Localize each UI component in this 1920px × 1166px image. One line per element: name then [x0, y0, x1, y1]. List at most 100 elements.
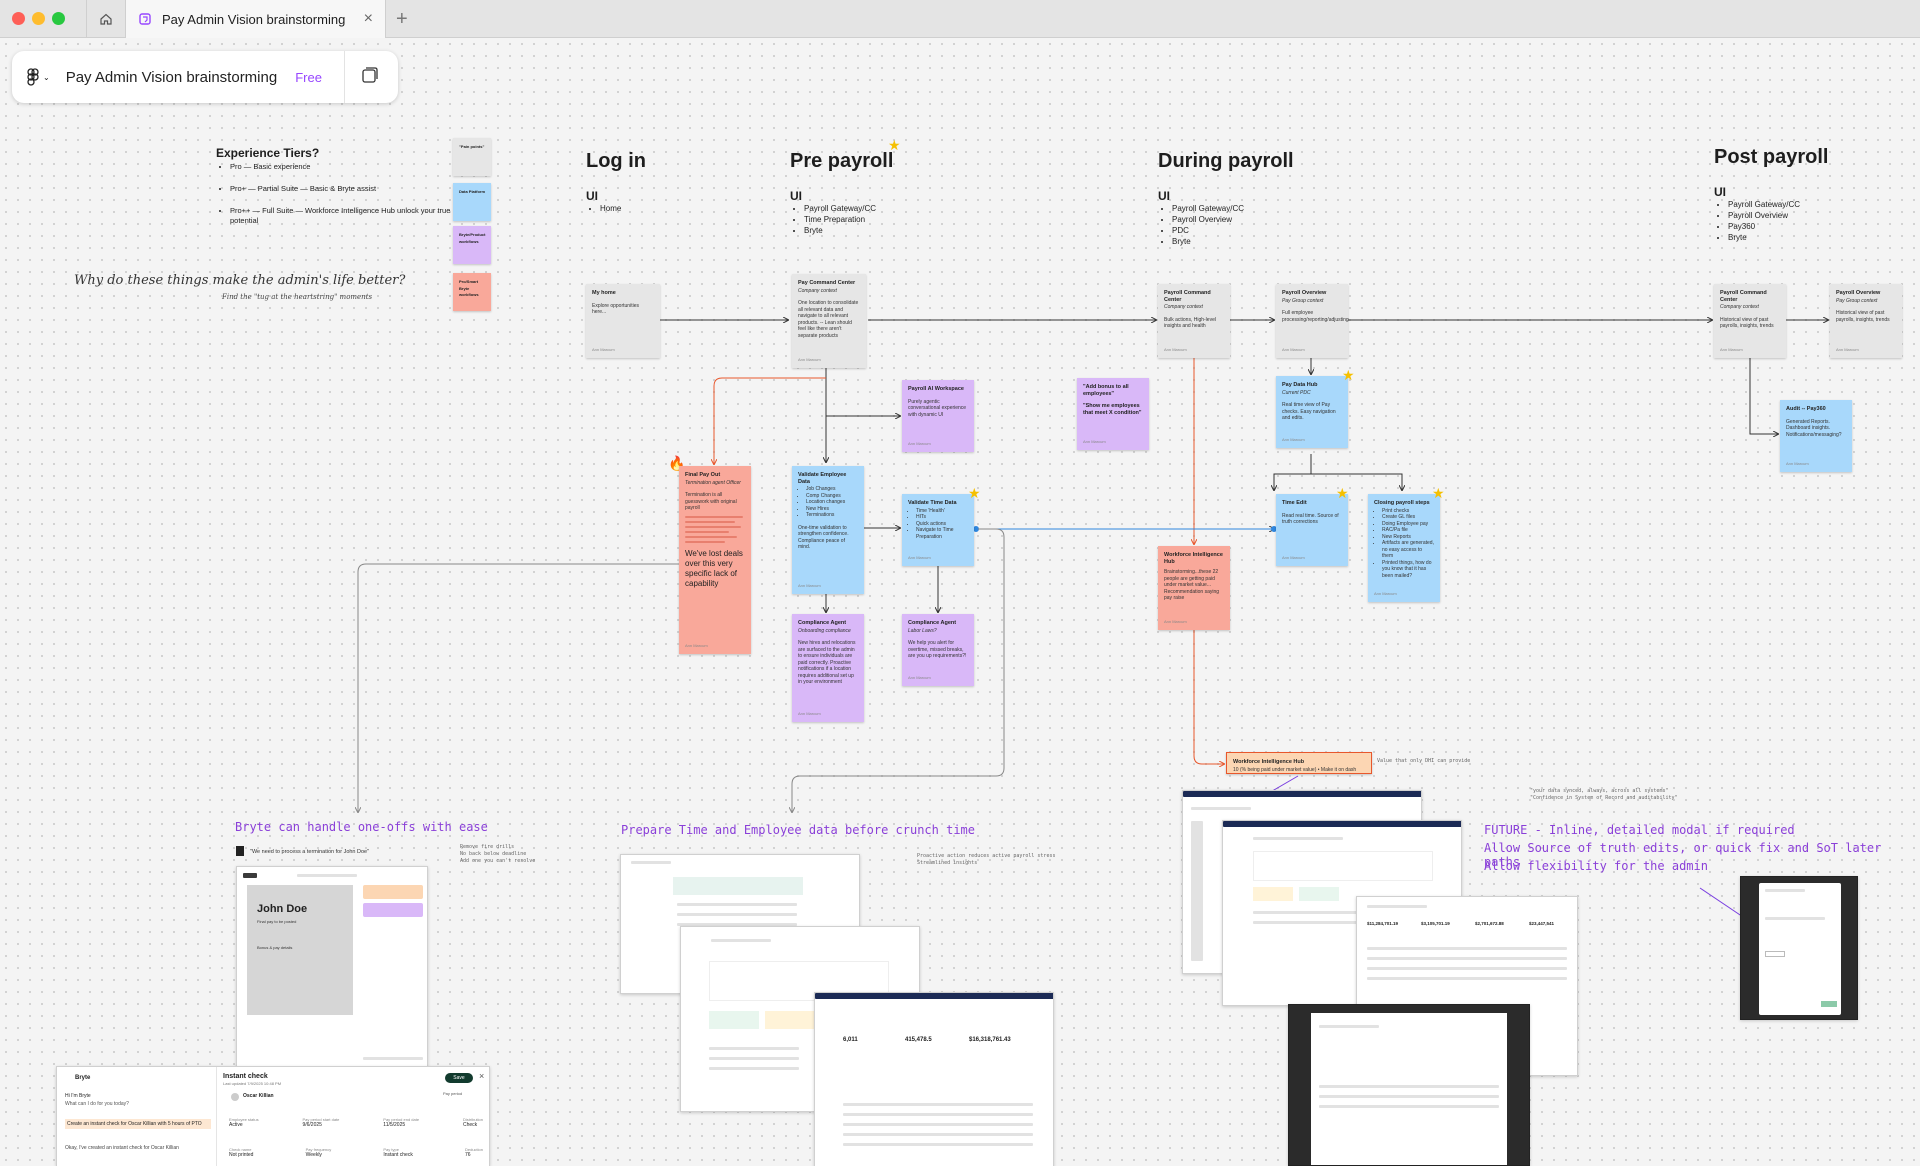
panels-icon[interactable]: [361, 66, 379, 89]
why-subtitle[interactable]: Find the "tug at the heartstring" moment…: [222, 293, 372, 301]
sticky-body-detail: [685, 515, 745, 543]
wih-note[interactable]: Value that only DHI can provide: [1377, 758, 1470, 765]
sticky-body: Real time view of Pay checks. Easy navig…: [1282, 402, 1336, 421]
star-sticker[interactable]: ★: [888, 138, 901, 152]
sticky-payroll-ai-workspace[interactable]: Payroll AI Workspace Purely agentic conv…: [902, 380, 974, 452]
column-pre-payroll[interactable]: Pre payroll UI Payroll Gateway/CC Time P…: [790, 150, 893, 236]
screenshot-bryte-termination[interactable]: John Doe Final pay to be posted Bonus & …: [236, 866, 428, 1070]
sticky-pay-command-center[interactable]: Pay Command Center Company context One l…: [792, 274, 866, 368]
prepare-note[interactable]: Proactive action reduces active payroll …: [917, 853, 1055, 867]
plan-badge[interactable]: Free: [295, 70, 322, 85]
legend-note-bryte[interactable]: Bryte/Product workflows: [453, 226, 491, 264]
star-sticker[interactable]: ★: [1342, 368, 1355, 382]
sticky-title: Workforce Intelligence Hub: [1233, 759, 1305, 765]
legend-note-pro[interactable]: Pro/Smart Bryte workflows: [453, 273, 491, 311]
sticky-payroll-command-center-post[interactable]: Payroll Command Center Company context H…: [1714, 284, 1786, 358]
sticky-pay-data-hub[interactable]: Pay Data Hub Current PDC Real time view …: [1276, 376, 1348, 448]
bryte-oneoffs-caption[interactable]: Bryte can handle one-offs with ease: [235, 820, 488, 834]
prepare-caption[interactable]: Prepare Time and Employee data before cr…: [621, 823, 975, 837]
column-title: During payroll: [1158, 150, 1294, 172]
sticky-title: Payroll Overview: [1836, 290, 1881, 296]
sticky-title: Closing payroll steps: [1374, 500, 1430, 506]
minimize-window-button[interactable]: [32, 12, 45, 25]
sticky-my-home[interactable]: My home Explore opportunities here... An…: [586, 284, 660, 358]
future-caption-1[interactable]: FUTURE - Inline, detailed modal if requi…: [1484, 823, 1795, 837]
employee-sub2: Bonus & pay details: [257, 945, 293, 950]
star-sticker[interactable]: ★: [1432, 486, 1445, 500]
file-toolbar: ⌄ Pay Admin Vision brainstorming Free: [12, 51, 398, 103]
bryte-question: What can I do for you today?: [65, 1101, 129, 1107]
file-name[interactable]: Pay Admin Vision brainstorming: [66, 69, 278, 86]
sticky-subtitle: Current PDC: [1282, 389, 1311, 396]
instant-check-subtitle: Last updated 7/9/2025 10:48 PM: [223, 1081, 282, 1086]
bryte-quote[interactable]: "We need to process a termination for Jo…: [250, 849, 369, 856]
maximize-window-button[interactable]: [52, 12, 65, 25]
sticky-body: Bulk actions, High-level insights and he…: [1164, 316, 1216, 330]
experience-tiers[interactable]: Experience Tiers? Pro — Basic experience…: [216, 146, 456, 226]
figma-logo-icon[interactable]: ⌄: [26, 68, 50, 86]
sticky-validate-employee-data[interactable]: Validate Employee Data Job Changes Comp …: [792, 466, 864, 594]
screenshot-future-modal[interactable]: [1740, 876, 1858, 1020]
legend-note-pain[interactable]: "Pain points": [453, 138, 491, 176]
close-icon[interactable]: ×: [364, 10, 373, 28]
sticky-body: Explore opportunities here...: [592, 302, 639, 316]
sticky-closing-payroll-steps[interactable]: Closing payroll steps Print checks Creat…: [1368, 494, 1440, 602]
sticky-body: Full employee processing/reporting/adjus…: [1282, 310, 1349, 323]
why-question[interactable]: Why do these things make the admin's lif…: [74, 273, 405, 288]
future-caption-3[interactable]: Allow flexibility for the admin: [1484, 859, 1708, 873]
ui-label: UI: [1714, 185, 1726, 199]
close-window-button[interactable]: [12, 12, 25, 25]
sticky-final-pay-out[interactable]: Final Pay Out Termination agent Officer …: [679, 466, 751, 654]
sticky-subtitle: Pay Group context: [1836, 297, 1878, 304]
column-post-payroll[interactable]: Post payroll UI Payroll Gateway/CC Payro…: [1714, 146, 1828, 243]
bryte-request: Create an instant check for Oscar Killia…: [65, 1119, 211, 1129]
quotes-note[interactable]: "your data synced, always, across all sy…: [1530, 788, 1678, 802]
sticky-payroll-overview-post[interactable]: Payroll Overview Pay Group context Histo…: [1830, 284, 1902, 358]
home-tab[interactable]: [86, 0, 126, 38]
sticky-payroll-command-center-during[interactable]: Payroll Command Center Company context B…: [1158, 284, 1230, 358]
legend-label: Pro/Smart Bryte workflows: [459, 279, 479, 297]
pay-period-label: Pay period: [443, 1091, 463, 1096]
column-during-payroll[interactable]: During payroll UI Payroll Gateway/CC Pay…: [1158, 150, 1294, 247]
sticky-audit-pay360[interactable]: Audit -- Pay360 Generated Reports. Dashb…: [1780, 400, 1852, 472]
bryte-notes[interactable]: Remove fire drills No back below deadlin…: [460, 844, 535, 865]
save-button[interactable]: Save: [445, 1073, 473, 1083]
sticky-time-edit[interactable]: Time Edit Read real time. Source of trut…: [1276, 494, 1348, 566]
home-icon: [100, 13, 112, 25]
bryte-reply: Okay, I've created an instant check for …: [65, 1145, 179, 1151]
sticky-author: Ann Marcum: [1164, 618, 1187, 624]
sticky-workforce-intelligence-hub[interactable]: Workforce Intelligence Hub Brainstorming…: [1158, 546, 1230, 630]
whiteboard-canvas[interactable]: ⌄ Pay Admin Vision brainstorming Free Ex…: [0, 38, 1920, 1166]
sticky-compliance-agent-labor[interactable]: Compliance Agent Labor Laws? We help you…: [902, 614, 974, 686]
sticky-workforce-intelligence-hub-banner[interactable]: Workforce Intelligence Hub 10 (% being p…: [1226, 752, 1372, 774]
document-tab[interactable]: Pay Admin Vision brainstorming ×: [126, 0, 386, 38]
sticky-subtitle: Labor Laws?: [908, 627, 937, 634]
screenshot-payroll-kpis[interactable]: 6,011 415,478.5 $16,318,761.43: [814, 992, 1054, 1166]
ui-item: Payroll Gateway/CC: [804, 203, 893, 214]
sticky-author: Ann Marcum: [798, 710, 821, 716]
star-sticker[interactable]: ★: [968, 486, 981, 500]
sticky-title: Compliance Agent: [908, 620, 957, 626]
plus-icon[interactable]: +: [396, 8, 408, 31]
legend-note-data[interactable]: Data Platform: [453, 183, 491, 221]
ui-item: Bryte: [1172, 236, 1294, 247]
star-sticker[interactable]: ★: [1336, 486, 1349, 500]
sticky-compliance-agent-onboarding[interactable]: Compliance Agent Onboarding compliance N…: [792, 614, 864, 722]
sticky-add-bonus[interactable]: "Add bonus to all employees" "Show me em…: [1077, 378, 1149, 450]
close-icon[interactable]: ×: [479, 1071, 484, 1081]
ui-item: Bryte: [1728, 232, 1828, 243]
screenshot-time-edit-modal[interactable]: [1288, 1004, 1530, 1166]
chat-icon: [236, 846, 244, 856]
ui-item: Payroll Overview: [1728, 210, 1828, 221]
sticky-author: Ann Marcum: [1374, 590, 1397, 596]
bryte-greeting: Hi I'm Bryte: [65, 1093, 91, 1099]
employee-sub: Final pay to be posted: [257, 919, 297, 924]
column-log-in[interactable]: Log in UI Home: [586, 150, 646, 214]
sticky-payroll-overview[interactable]: Payroll Overview Pay Group context Full …: [1276, 284, 1349, 358]
kpi-value: $11,284,701.19: [1367, 921, 1399, 926]
sticky-validate-time-data[interactable]: Validate Time Data Time 'Health' HITs Qu…: [902, 494, 974, 566]
sticky-author: Ann Marcum: [1720, 346, 1743, 352]
sticky-body: One-time validation to strengthen confid…: [798, 524, 849, 551]
screenshot-instant-check[interactable]: Bryte Hi I'm Bryte What can I do for you…: [56, 1066, 490, 1166]
employee-card: John Doe Final pay to be posted Bonus & …: [247, 885, 353, 1015]
